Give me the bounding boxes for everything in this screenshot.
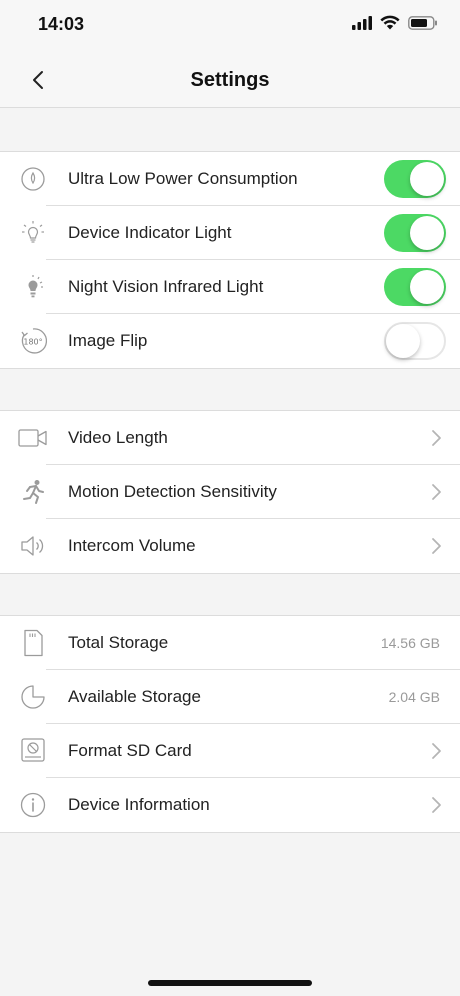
chevron-right-icon	[432, 538, 441, 554]
setting-row-intercom-volume[interactable]: Intercom Volume	[0, 519, 460, 573]
setting-row-format-sd[interactable]: Format SD Card	[0, 724, 460, 778]
wifi-icon	[380, 15, 400, 30]
format-sd-icon	[18, 737, 48, 765]
speaker-icon	[18, 532, 48, 560]
rotate-180-icon: 180°	[18, 327, 48, 355]
setting-label: Total Storage	[68, 633, 169, 652]
chevron-right-icon	[432, 430, 441, 446]
image-flip-toggle[interactable]	[384, 322, 446, 360]
ultra-low-power-toggle[interactable]	[384, 160, 446, 198]
media-settings-group: Video Length Motion Detection Sensitivit…	[0, 410, 460, 574]
video-camera-icon	[18, 424, 48, 452]
setting-row-motion-sensitivity[interactable]: Motion Detection Sensitivity	[0, 465, 460, 519]
setting-row-device-information[interactable]: Device Information	[0, 778, 460, 832]
setting-label: Available Storage	[68, 687, 201, 706]
rotate-180-label: 180°	[23, 338, 42, 347]
chevron-right-icon	[432, 797, 441, 813]
sd-card-icon	[18, 629, 48, 657]
power-saving-icon	[18, 165, 48, 193]
cellular-signal-icon	[352, 15, 372, 30]
setting-label: Device Information	[68, 795, 210, 814]
storage-settings-group: Total Storage 14.56 GB Available Storage…	[0, 615, 460, 833]
pie-chart-icon	[18, 683, 48, 711]
chevron-right-icon	[432, 743, 441, 759]
setting-label: Motion Detection Sensitivity	[68, 482, 277, 501]
indicator-light-toggle[interactable]	[384, 214, 446, 252]
setting-label: Ultra Low Power Consumption	[68, 169, 298, 188]
battery-icon	[408, 15, 437, 30]
setting-row-total-storage: Total Storage 14.56 GB	[0, 616, 460, 670]
setting-row-image-flip: 180° Image Flip	[0, 314, 460, 368]
info-icon	[18, 791, 48, 819]
night-vision-toggle[interactable]	[384, 268, 446, 306]
setting-row-ultra-low-power: Ultra Low Power Consumption	[0, 152, 460, 206]
total-storage-value: 14.56 GB	[380, 635, 440, 651]
chevron-right-icon	[432, 484, 441, 500]
setting-label: Video Length	[68, 428, 168, 447]
toggle-settings-group: Ultra Low Power Consumption Device Indic…	[0, 151, 460, 369]
navigation-bar: Settings	[0, 50, 460, 108]
setting-row-indicator-light: Device Indicator Light	[0, 206, 460, 260]
setting-row-night-vision: Night Vision Infrared Light	[0, 260, 460, 314]
setting-label: Intercom Volume	[68, 536, 196, 555]
status-time: 14:03	[38, 14, 85, 34]
page-title: Settings	[190, 69, 270, 91]
setting-label: Format SD Card	[68, 741, 192, 760]
setting-label: Device Indicator Light	[68, 223, 232, 242]
infrared-light-icon	[18, 273, 48, 301]
setting-label: Image Flip	[68, 331, 148, 350]
bulb-icon	[18, 219, 48, 247]
setting-row-video-length[interactable]: Video Length	[0, 411, 460, 465]
setting-row-available-storage: Available Storage 2.04 GB	[0, 670, 460, 724]
status-icons	[352, 15, 438, 30]
running-person-icon	[18, 478, 48, 506]
status-bar: 14:03	[0, 0, 460, 50]
home-indicator[interactable]	[148, 980, 312, 986]
available-storage-value: 2.04 GB	[388, 689, 440, 705]
setting-label: Night Vision Infrared Light	[68, 277, 264, 296]
